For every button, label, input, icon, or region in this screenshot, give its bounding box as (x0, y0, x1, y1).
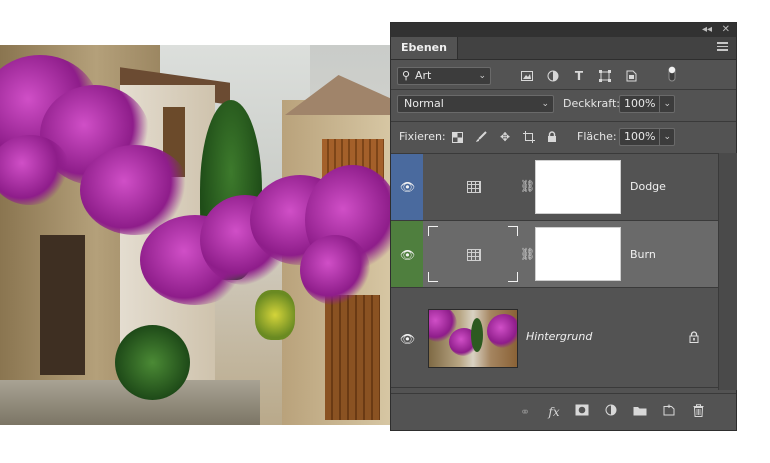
link-layers-icon[interactable]: ⚭ (517, 404, 533, 420)
new-layer-icon[interactable] (661, 404, 677, 420)
blend-mode-select[interactable]: Normal ⌄ (397, 95, 554, 113)
eye-icon[interactable]: 👁 (400, 248, 415, 262)
lock-image-pixels-icon[interactable] (473, 129, 489, 145)
lock-label: Fixieren: (399, 130, 446, 143)
chain-link-icon[interactable]: ⛓ (520, 179, 535, 193)
layer-name[interactable]: Hintergrund (526, 330, 592, 344)
adjustment-layer-icon[interactable] (603, 404, 619, 420)
fx-icon[interactable]: fx (546, 404, 562, 420)
blend-mode-value: Normal (404, 97, 444, 110)
layer-row-burn[interactable]: 👁 ⛓ Burn (391, 221, 718, 288)
layers-panel: ◂◂ ✕ Ebenen ⚲ Art ⌄ T Normal ⌄ Deckkraft… (390, 22, 737, 431)
panel-menu-icon[interactable] (717, 42, 728, 51)
layer-row-hintergrund[interactable]: 👁 Hintergrund (391, 288, 718, 388)
panel-tab-bar: Ebenen (391, 37, 736, 60)
layer-name[interactable]: Dodge (630, 180, 666, 194)
layer-thumbnail[interactable] (428, 309, 518, 368)
fill-field[interactable]: 100% ⌄ (619, 128, 675, 146)
new-group-icon[interactable] (632, 404, 648, 420)
close-icon[interactable]: ✕ (722, 24, 730, 36)
type-layer-filter-icon[interactable]: T (571, 68, 587, 84)
adjustment-layer-filter-icon[interactable] (545, 68, 561, 84)
eye-icon[interactable]: 👁 (400, 332, 415, 346)
chevron-down-icon: ⌄ (541, 99, 549, 109)
double-chevron-icon[interactable]: ◂◂ (702, 24, 712, 36)
search-icon: ⚲ (402, 69, 411, 82)
opacity-label: Deckkraft: (563, 97, 620, 110)
chevron-down-icon: ⌄ (478, 71, 486, 81)
pixel-layer-filter-icon[interactable] (519, 68, 535, 84)
eye-icon[interactable]: 👁 (400, 180, 415, 194)
adjustment-layer-icon (467, 249, 481, 261)
chevron-down-icon: ⌄ (659, 96, 671, 112)
layers-scrollbar[interactable] (718, 153, 737, 390)
layers-bottom-toolbar: ⚭ fx (391, 393, 736, 430)
fill-label: Fläche: (577, 130, 617, 143)
trash-icon[interactable] (690, 404, 706, 420)
fill-value: 100% (624, 130, 656, 143)
chevron-down-icon: ⌄ (659, 129, 671, 145)
adjustment-layer-icon (467, 181, 481, 193)
lock-transparent-pixels-icon[interactable] (449, 129, 465, 145)
opacity-field[interactable]: 100% ⌄ (619, 95, 675, 113)
filter-row: ⚲ Art ⌄ T (391, 63, 736, 89)
filter-toggle-icon[interactable] (664, 66, 680, 82)
filter-type-value: Art (415, 69, 432, 82)
add-mask-icon[interactable] (574, 404, 590, 420)
layer-mask-thumbnail[interactable] (535, 160, 621, 214)
lock-artboard-icon[interactable] (521, 129, 537, 145)
blend-row: Normal ⌄ Deckkraft: 100% ⌄ (391, 91, 736, 117)
lock-icon (689, 331, 699, 343)
divider (391, 121, 736, 122)
opacity-value: 100% (624, 97, 656, 110)
lock-all-icon[interactable] (544, 129, 560, 145)
panel-title-bar: ◂◂ ✕ (391, 23, 736, 37)
background-photo (0, 45, 392, 425)
lock-row: Fixieren: ✥ Fläche: 100% ⌄ (391, 123, 736, 151)
chain-link-icon[interactable]: ⛓ (520, 247, 535, 261)
divider (391, 89, 736, 90)
layer-row-dodge[interactable]: 👁 ⛓ Dodge (391, 154, 718, 221)
tab-layers[interactable]: Ebenen (391, 37, 458, 59)
lock-position-icon[interactable]: ✥ (497, 129, 513, 145)
filter-type-select[interactable]: ⚲ Art ⌄ (397, 67, 491, 85)
layer-mask-thumbnail[interactable] (535, 227, 621, 281)
smart-object-filter-icon[interactable] (623, 68, 639, 84)
shape-layer-filter-icon[interactable] (597, 68, 613, 84)
layer-name[interactable]: Burn (630, 248, 656, 262)
